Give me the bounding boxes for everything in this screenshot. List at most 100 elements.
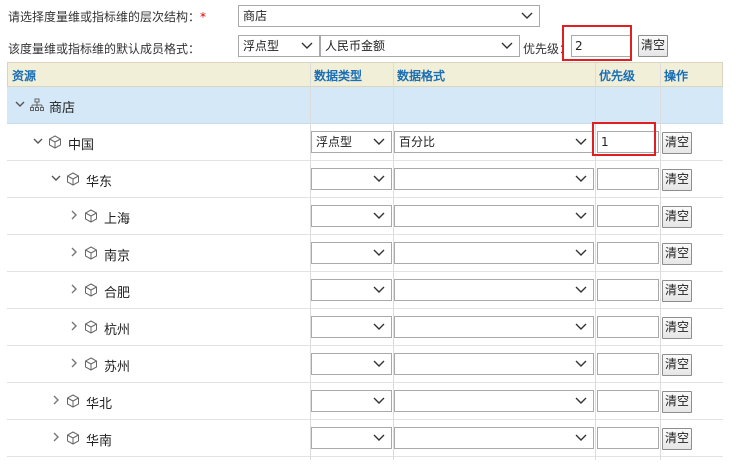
- row-type-select[interactable]: [311, 205, 392, 227]
- hierarchy-select-value: 商店: [243, 9, 268, 23]
- chevron-right-icon[interactable]: [69, 321, 79, 331]
- row-clear-button[interactable]: 清空: [662, 206, 692, 228]
- hierarchy-select[interactable]: 商店: [238, 5, 540, 27]
- default-type-value: 浮点型: [243, 39, 280, 53]
- row-format-select[interactable]: [394, 316, 594, 338]
- row-priority-input[interactable]: [597, 427, 659, 449]
- default-format-value: 人民币金额: [325, 39, 386, 53]
- dropdown-arrow-icon: [373, 175, 385, 182]
- hierarchy-icon: [30, 98, 44, 111]
- header-data-format: 数据格式: [397, 69, 446, 83]
- dropdown-arrow-icon: [575, 434, 587, 441]
- cube-icon: [85, 246, 97, 260]
- table-row-root: 商店: [7, 87, 723, 124]
- dropdown-arrow-icon: [373, 212, 385, 219]
- chevron-right-icon[interactable]: [69, 284, 79, 294]
- highlight-box-default-priority: [562, 25, 632, 61]
- row-type-select[interactable]: 浮点型: [311, 131, 392, 153]
- member-name: 华北: [86, 397, 113, 412]
- row-format-select[interactable]: [394, 168, 594, 190]
- row-priority-input[interactable]: [597, 168, 659, 190]
- chevron-right-icon[interactable]: [51, 395, 61, 405]
- row-format-select[interactable]: 百分比: [394, 131, 594, 153]
- column-divider: [310, 62, 311, 460]
- row-clear-button[interactable]: 清空: [662, 354, 692, 376]
- row-priority-input[interactable]: [597, 205, 659, 227]
- chevron-right-icon[interactable]: [51, 432, 61, 442]
- root-member-name: 商店: [49, 101, 76, 116]
- column-divider: [660, 62, 661, 460]
- member-name: 合肥: [104, 286, 131, 301]
- dropdown-arrow-icon: [373, 360, 385, 367]
- cube-icon: [85, 209, 97, 223]
- table-row: 苏州 清空: [7, 346, 723, 383]
- dropdown-arrow-icon: [575, 249, 587, 256]
- member-name: 中国: [68, 138, 95, 153]
- row-format-select[interactable]: [394, 390, 594, 412]
- table-row: 南京 清空: [7, 235, 723, 272]
- dropdown-arrow-icon: [521, 12, 533, 19]
- row-format-value: 百分比: [399, 135, 436, 149]
- cube-icon: [85, 320, 97, 334]
- dropdown-arrow-icon: [575, 212, 587, 219]
- required-marker: *: [200, 10, 207, 24]
- row-priority-input[interactable]: [597, 316, 659, 338]
- row-type-select[interactable]: [311, 168, 392, 190]
- table-row: 华北 清空: [7, 383, 723, 420]
- row-type-select[interactable]: [311, 279, 392, 301]
- row-format-select[interactable]: [394, 279, 594, 301]
- default-type-select[interactable]: 浮点型: [238, 35, 320, 57]
- row-clear-button[interactable]: 清空: [662, 280, 692, 302]
- table-row: 华南 清空: [7, 420, 723, 457]
- chevron-right-icon[interactable]: [69, 210, 79, 220]
- table-row: 上海 清空: [7, 198, 723, 235]
- default-clear-button[interactable]: 清空: [638, 35, 668, 57]
- member-name: 苏州: [104, 360, 131, 375]
- dropdown-arrow-icon: [575, 360, 587, 367]
- row-priority-input[interactable]: [597, 242, 659, 264]
- chevron-down-icon[interactable]: [33, 136, 43, 146]
- dropdown-arrow-icon: [575, 323, 587, 330]
- table-row: 华东 清空: [7, 161, 723, 198]
- chevron-right-icon[interactable]: [69, 247, 79, 257]
- default-format-label: 该度量维或指标维的默认成员格式：: [8, 42, 201, 56]
- row-type-select[interactable]: [311, 316, 392, 338]
- row-clear-button[interactable]: 清空: [662, 428, 692, 450]
- row-format-select[interactable]: [394, 427, 594, 449]
- row-type-value: 浮点型: [316, 135, 353, 149]
- header-priority: 优先级: [599, 69, 636, 83]
- row-format-select[interactable]: [394, 353, 594, 375]
- cube-icon: [67, 172, 79, 186]
- row-type-select[interactable]: [311, 427, 392, 449]
- chevron-right-icon[interactable]: [69, 358, 79, 368]
- row-clear-button[interactable]: 清空: [662, 132, 692, 154]
- row-type-select[interactable]: [311, 390, 392, 412]
- row-clear-button[interactable]: 清空: [662, 391, 692, 413]
- column-divider: [393, 62, 394, 460]
- dropdown-arrow-icon: [301, 42, 313, 49]
- default-format-select[interactable]: 人民币金额: [320, 35, 520, 57]
- member-name: 南京: [104, 249, 131, 264]
- row-format-select[interactable]: [394, 242, 594, 264]
- row-type-select[interactable]: [311, 242, 392, 264]
- row-priority-input[interactable]: [597, 390, 659, 412]
- row-type-select[interactable]: [311, 353, 392, 375]
- row-clear-button[interactable]: 清空: [662, 169, 692, 191]
- dropdown-arrow-icon: [373, 249, 385, 256]
- chevron-down-icon[interactable]: [51, 173, 61, 183]
- row-format-select[interactable]: [394, 205, 594, 227]
- dropdown-arrow-icon: [575, 175, 587, 182]
- dropdown-arrow-icon: [373, 286, 385, 293]
- dropdown-arrow-icon: [501, 42, 513, 49]
- member-name: 华东: [86, 175, 113, 190]
- cube-icon: [85, 357, 97, 371]
- chevron-down-icon[interactable]: [15, 99, 25, 109]
- member-name: 华南: [86, 434, 113, 449]
- header-action: 操作: [664, 69, 689, 83]
- row-clear-button[interactable]: 清空: [662, 317, 692, 339]
- row-clear-button[interactable]: 清空: [662, 243, 692, 265]
- row-priority-input[interactable]: [597, 353, 659, 375]
- cube-icon: [49, 135, 61, 149]
- table-row: 杭州 清空: [7, 309, 723, 346]
- row-priority-input[interactable]: [597, 279, 659, 301]
